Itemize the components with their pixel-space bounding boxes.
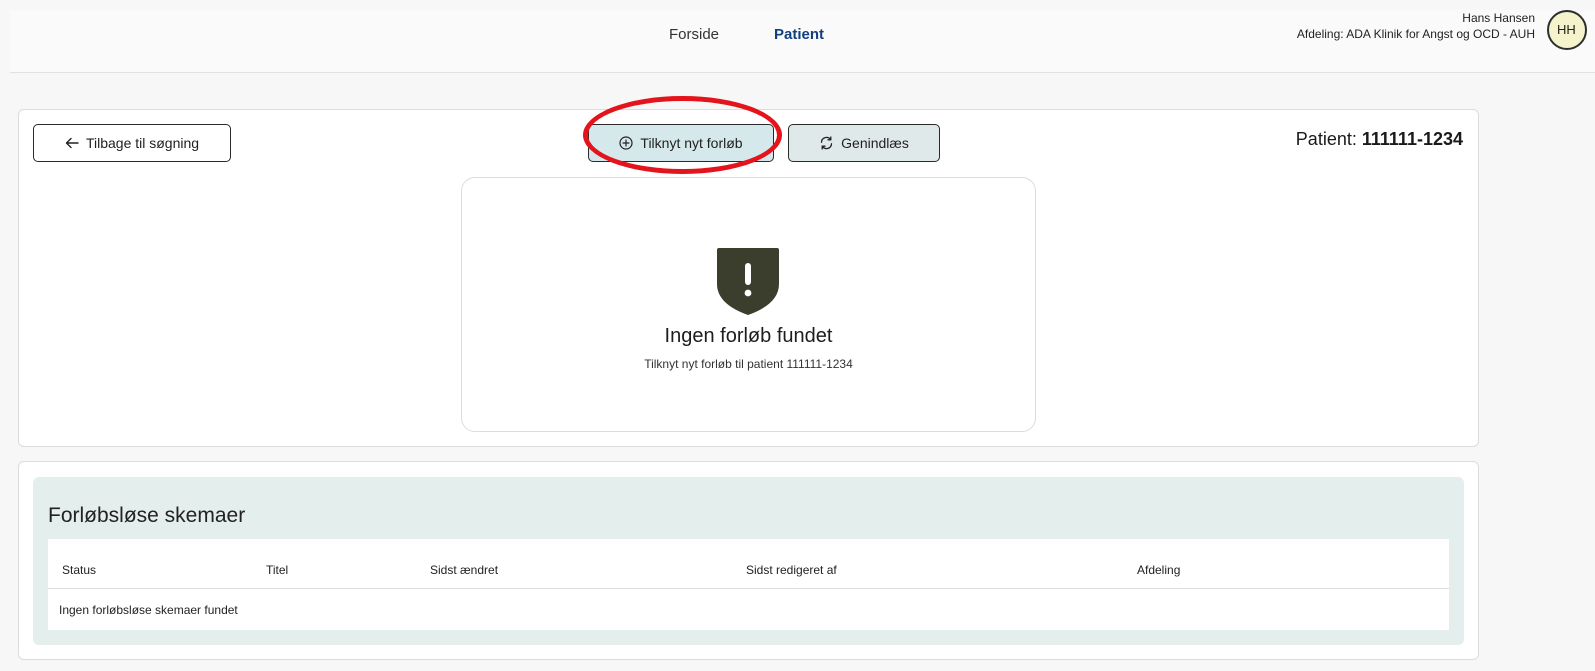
- user-info: Hans Hansen Afdeling: ADA Klinik for Ang…: [1297, 10, 1535, 42]
- patient-identifier: Patient: 111111-1234: [1296, 129, 1463, 150]
- patient-label: Patient:: [1295, 129, 1357, 149]
- column-header-department[interactable]: Afdeling: [1137, 563, 1180, 577]
- reload-button[interactable]: Genindlæs: [788, 124, 940, 162]
- user-name: Hans Hansen: [1462, 11, 1535, 25]
- plus-circle-icon: [619, 136, 634, 150]
- column-header-status[interactable]: Status: [62, 563, 96, 577]
- avatar[interactable]: HH: [1547, 10, 1587, 50]
- arrow-left-icon: [65, 137, 79, 149]
- column-header-last-changed[interactable]: Sidst ændret: [430, 563, 498, 577]
- back-to-search-button[interactable]: Tilbage til søgning: [33, 124, 231, 162]
- patient-cpr: 111111-1234: [1361, 129, 1463, 149]
- table-empty-message: Ingen forløbsløse skemaer fundet: [59, 603, 238, 617]
- shield-alert-icon: [717, 248, 779, 315]
- patient-page: Forside Patient Hans Hansen Afdeling: AD…: [0, 0, 1595, 671]
- add-course-button[interactable]: Tilknyt nyt forløb: [588, 124, 774, 162]
- nav-forside[interactable]: Forside: [669, 26, 719, 43]
- orphan-forms-title: Forløbsløse skemaer: [48, 504, 246, 527]
- column-header-title[interactable]: Titel: [266, 563, 288, 577]
- column-header-last-edited-by[interactable]: Sidst redigeret af: [746, 563, 837, 577]
- back-to-search-label: Tilbage til søgning: [85, 135, 200, 151]
- table-header-divider: [48, 588, 1449, 589]
- empty-state-subtitle: Tilknyt nyt forløb til patient 111111-12…: [644, 357, 853, 371]
- user-department: Afdeling: ADA Klinik for Angst og OCD - …: [1296, 27, 1535, 41]
- refresh-icon: [820, 136, 833, 150]
- orphan-forms-table: [48, 539, 1449, 630]
- reload-label: Genindlæs: [841, 135, 909, 151]
- add-course-label: Tilknyt nyt forløb: [640, 135, 743, 151]
- empty-state-title: Ingen forløb fundet: [664, 325, 833, 347]
- nav-patient[interactable]: Patient: [774, 26, 824, 43]
